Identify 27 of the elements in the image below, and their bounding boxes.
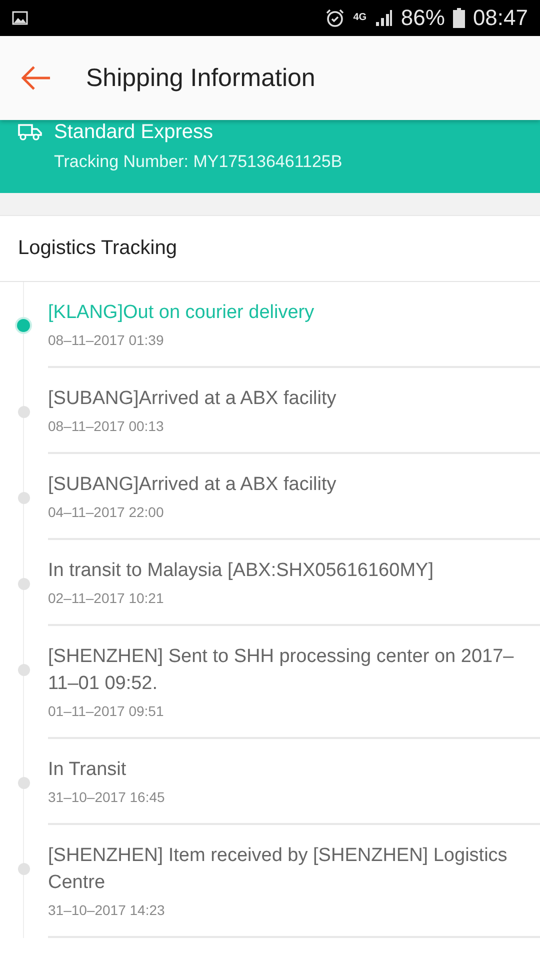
page-title: Shipping Information	[86, 64, 316, 92]
event-status: In Transit	[48, 758, 128, 782]
event-status: [SUBANG]Arrived at a ABX facility	[48, 473, 338, 497]
image-icon	[12, 11, 28, 25]
event-status: [SHENZHEN] Item received by [SHENZHEN] Logistics Centre	[48, 844, 508, 895]
tracking-number: Tracking Number: MY175136461125B	[54, 152, 344, 172]
event-time: 08–11–2017 00:13	[48, 418, 165, 434]
battery-level: 86%	[400, 5, 445, 31]
network-type: 4G	[352, 13, 367, 23]
signal-icon	[374, 9, 393, 27]
event-status: [KLANG]Out on courier delivery	[48, 301, 316, 325]
event-time: 08–11–2017 01:39	[48, 332, 165, 348]
back-arrow-icon	[20, 65, 52, 91]
event-time: 04–11–2017 22:00	[48, 504, 165, 520]
alarm-icon	[324, 8, 345, 28]
event-time: 31–10–2017 16:45	[48, 789, 166, 805]
section-title: Logistics Tracking	[0, 215, 540, 282]
clock-time: 08:47	[472, 5, 528, 31]
event-time: 02–11–2017 10:21	[48, 590, 165, 606]
event-status: [SHENZHEN] Sent to SHH processing center on 2017–11–01 09:52.	[48, 645, 515, 696]
truck-icon	[18, 123, 42, 141]
event-time: 31–10–2017 14:23	[48, 902, 166, 918]
shipping-service: Standard Express	[54, 120, 213, 144]
battery-icon	[452, 8, 465, 28]
event-time: 01–11–2017 09:51	[48, 703, 165, 719]
event-status: [SUBANG]Arrived at a ABX facility	[48, 387, 338, 411]
event-status: In transit to Malaysia [ABX:SHX05616160MY]	[48, 559, 434, 583]
